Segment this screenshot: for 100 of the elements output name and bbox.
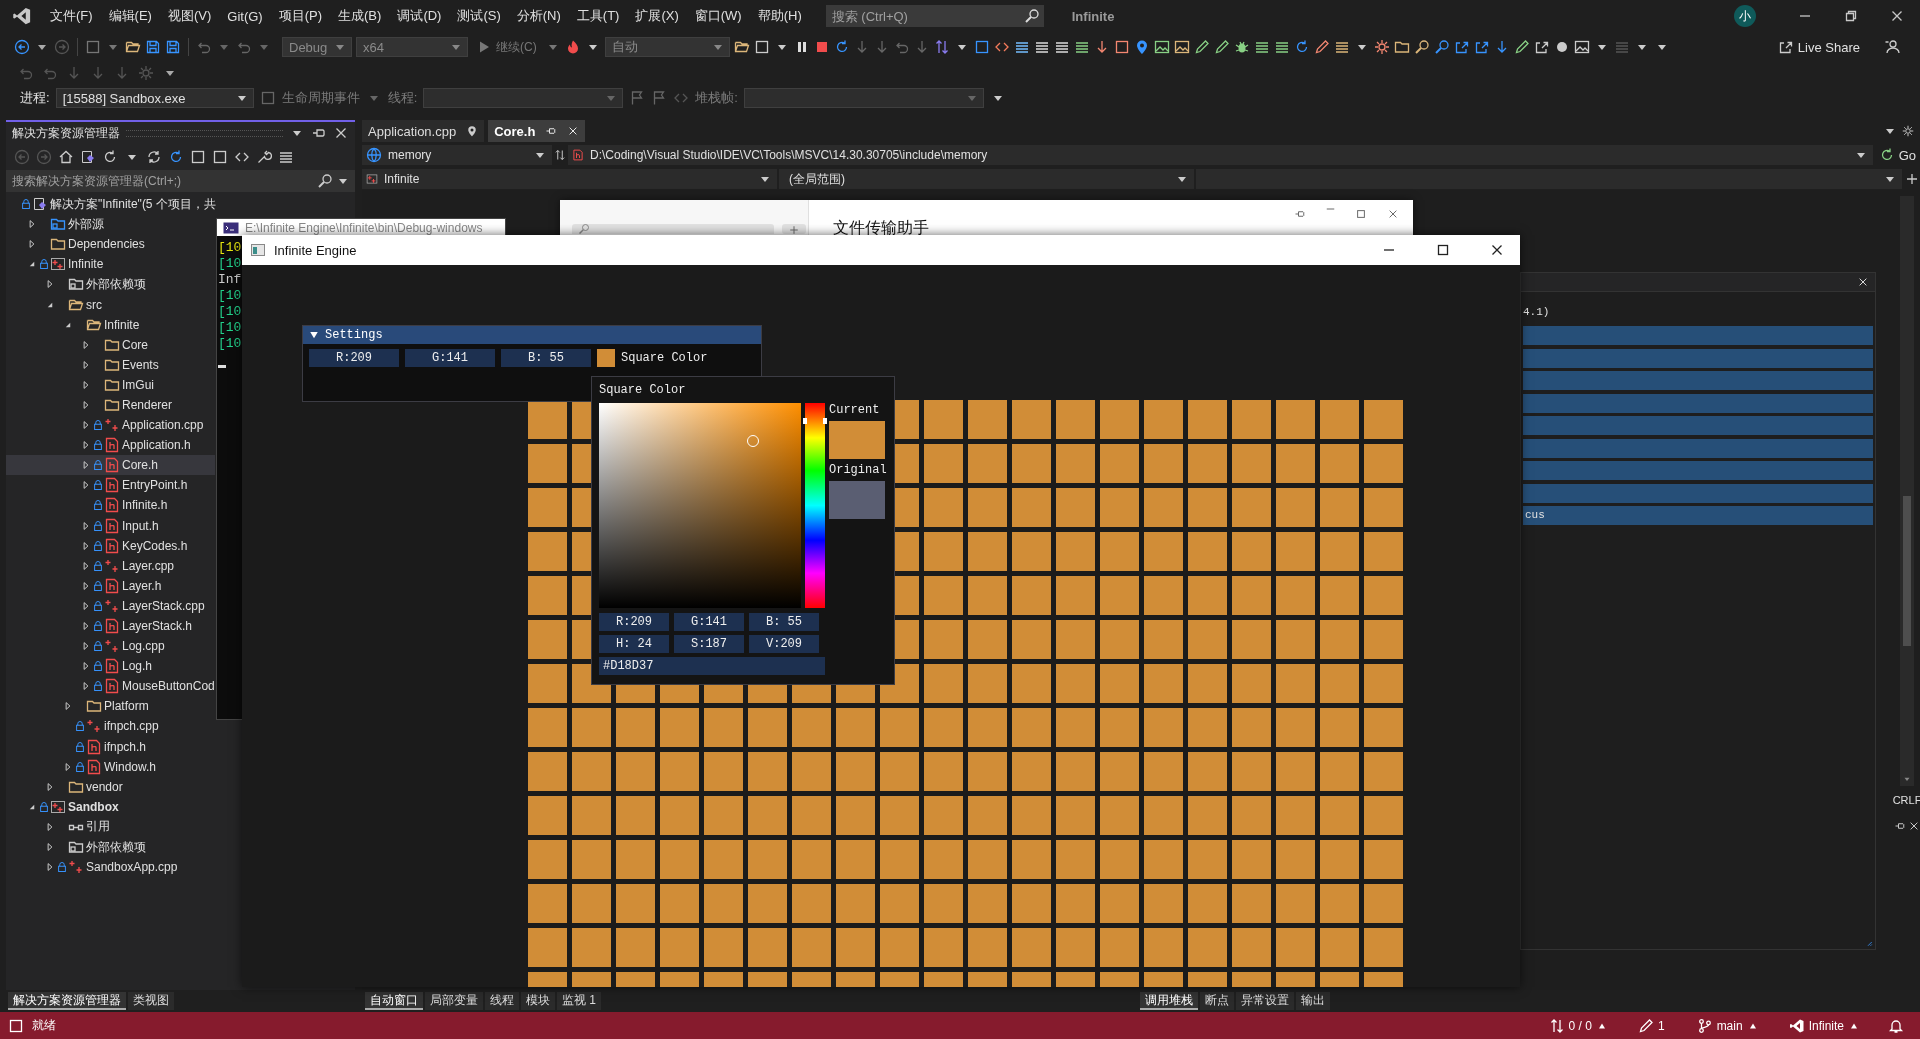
chat-person-icon[interactable]	[1884, 39, 1900, 55]
mode-dropdown[interactable]: 自动	[604, 37, 730, 57]
tree-item[interactable]: Events	[6, 354, 215, 375]
go-button[interactable]: Go	[1874, 145, 1920, 165]
tree-item[interactable]: Infinite.h	[6, 495, 215, 516]
tree-item[interactable]: EntryPoint.h	[6, 475, 215, 496]
tree-item[interactable]: Application.h	[6, 435, 215, 456]
image-icon[interactable]	[1573, 39, 1590, 55]
side-pin-icon[interactable]	[545, 125, 558, 137]
lines-icon[interactable]	[1013, 39, 1030, 55]
tree-item[interactable]: Application.cpp	[6, 415, 215, 436]
solution-icon[interactable]	[80, 149, 96, 165]
save-icon[interactable]	[145, 39, 161, 55]
tree-item[interactable]: 外部依赖项	[6, 274, 215, 295]
pencil-icon[interactable]	[1513, 39, 1530, 55]
panel-tab[interactable]: 局部变量	[425, 992, 483, 1010]
menu-item[interactable]: 工具(T)	[568, 3, 628, 29]
logo-icon[interactable]	[12, 6, 32, 26]
tree-item[interactable]: Layer.h	[6, 575, 215, 596]
pencil-icon[interactable]	[1193, 39, 1210, 55]
path-dropdown[interactable]: D:\Coding\Visual Studio\IDE\VC\Tools\MSVC\14.30.30705\include\memory	[568, 145, 1873, 165]
tree-item[interactable]: ifnpch.h	[6, 736, 215, 757]
tree-item[interactable]: Input.h	[6, 515, 215, 536]
panel-tab[interactable]: 自动窗口	[365, 992, 423, 1010]
continue-button[interactable]: 继续(C)	[472, 36, 541, 58]
process-dropdown[interactable]: [15588] Sandbox.exe	[55, 88, 254, 108]
maximize-icon[interactable]	[1355, 208, 1367, 220]
repository-button[interactable]: Infinite	[1776, 1012, 1870, 1039]
panel-tab[interactable]: 输出	[1296, 992, 1330, 1010]
search-field[interactable]: 搜索解决方案资源管理器(Ctrl+;)	[6, 170, 355, 192]
lifecycle-events-label[interactable]: 生命周期事件	[281, 89, 360, 107]
square-icon[interactable]	[190, 149, 206, 165]
search-field[interactable]	[572, 224, 774, 234]
menu-item[interactable]: 测试(S)	[449, 3, 509, 29]
tree-item[interactable]: ifnpch.cpp	[6, 716, 215, 737]
bug-icon[interactable]	[1233, 39, 1250, 55]
range-dropdown[interactable]: (全局范围)	[779, 169, 1194, 189]
list-row[interactable]: cus	[1523, 506, 1873, 525]
tree-item[interactable]: Log.cpp	[6, 636, 215, 657]
tree-item[interactable]: Log.h	[6, 656, 215, 677]
value-field[interactable]: R:209	[599, 613, 669, 631]
hex-field[interactable]: #D18D37	[599, 657, 825, 675]
menu-item[interactable]: 分析(N)	[508, 3, 569, 29]
up-down-arrows-icon[interactable]	[554, 149, 566, 161]
tree-item[interactable]: Platform	[6, 696, 215, 717]
tree-item[interactable]: src	[6, 294, 215, 315]
square-icon[interactable]	[1113, 39, 1130, 55]
editor-tab[interactable]: Application.cpp	[362, 120, 485, 142]
panel-tab[interactable]: 异常设置	[1236, 992, 1294, 1010]
panel-tab[interactable]: 类视图	[128, 992, 174, 1010]
search-icon[interactable]	[317, 173, 333, 189]
menu-item[interactable]: 项目(P)	[270, 3, 331, 29]
value-field[interactable]: H: 24	[599, 635, 669, 653]
bell-icon[interactable]	[1888, 1017, 1904, 1034]
pin-icon[interactable]	[466, 125, 479, 137]
value-field[interactable]: R:209	[309, 349, 399, 367]
panel-tab[interactable]: 线程	[485, 992, 519, 1010]
platform-dropdown[interactable]: x64	[356, 37, 468, 57]
plus-icon[interactable]	[1904, 171, 1920, 187]
search-icon[interactable]	[1023, 8, 1040, 24]
tree-item[interactable]: 外部依赖项	[6, 837, 215, 858]
sync-icon[interactable]	[146, 149, 162, 165]
side-pin-icon[interactable]	[1294, 208, 1306, 220]
open-folder-icon[interactable]	[733, 39, 750, 55]
value-field[interactable]: B: 55	[501, 349, 591, 367]
live-share-button[interactable]: Live Share	[1773, 36, 1864, 58]
panel-tab[interactable]: 解决方案资源管理器	[8, 992, 126, 1010]
home-icon[interactable]	[58, 149, 74, 165]
tree-item[interactable]: 外部源	[6, 214, 215, 235]
tree-item[interactable]: ImGui	[6, 374, 215, 395]
lines-icon[interactable]	[1073, 39, 1090, 55]
back-icon[interactable]	[14, 39, 30, 55]
side-pin-icon[interactable]	[1894, 820, 1906, 832]
search-field[interactable]: 搜索 (Ctrl+Q)	[825, 5, 1044, 27]
flag-icon[interactable]	[629, 90, 646, 106]
tree-item[interactable]: MouseButtonCod	[6, 676, 215, 697]
scope-dropdown[interactable]: memory	[362, 145, 552, 165]
menu-item[interactable]: 窗口(W)	[686, 3, 750, 29]
gear-icon[interactable]	[1373, 39, 1390, 55]
share-icon[interactable]	[1533, 39, 1550, 55]
pencil-icon[interactable]	[1313, 39, 1330, 55]
scrollbar[interactable]	[1900, 196, 1914, 786]
menu-item[interactable]: 扩展(X)	[627, 3, 687, 29]
share-icon[interactable]	[1473, 39, 1490, 55]
square-icon[interactable]	[753, 39, 770, 55]
tree-item[interactable]: LayerStack.h	[6, 615, 215, 637]
close-icon[interactable]	[1387, 208, 1399, 220]
search-icon[interactable]	[1413, 39, 1430, 55]
settings-header[interactable]: Settings	[303, 326, 761, 344]
lines-icon[interactable]	[1033, 39, 1050, 55]
lines-icon[interactable]	[278, 149, 294, 165]
configuration-dropdown[interactable]: Debug	[282, 37, 352, 57]
scroll-thumb[interactable]	[1903, 496, 1911, 646]
open-folder-icon[interactable]	[125, 39, 141, 55]
tree-item[interactable]: SandboxApp.cpp	[6, 857, 215, 878]
tree-item[interactable]: Infinite	[6, 314, 215, 335]
menu-item[interactable]: 调试(D)	[389, 3, 450, 29]
user-avatar[interactable]: 小	[1734, 5, 1756, 27]
square-icon[interactable]	[212, 149, 228, 165]
wrench-icon[interactable]	[256, 149, 272, 165]
